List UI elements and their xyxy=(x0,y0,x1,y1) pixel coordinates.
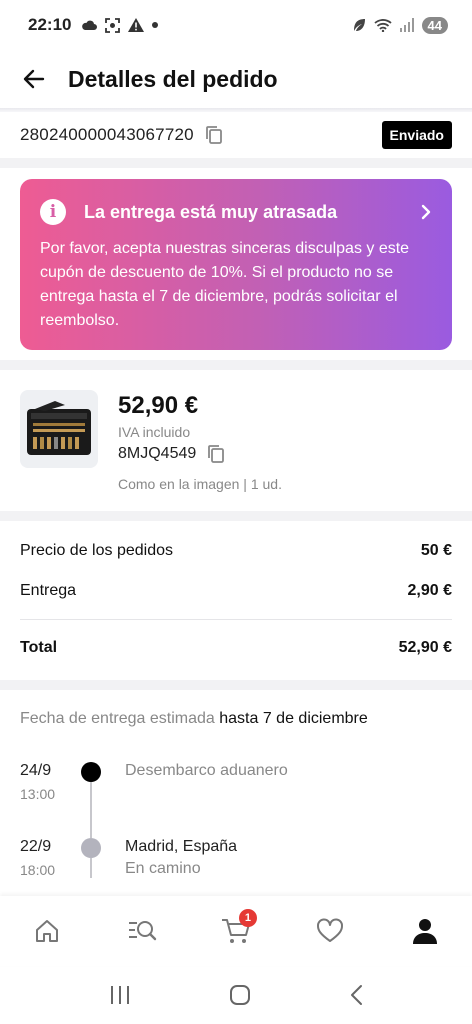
nav-home[interactable] xyxy=(22,906,72,956)
signal-icon xyxy=(399,18,414,32)
total-value: 52,90 € xyxy=(398,639,452,656)
home-icon xyxy=(36,920,59,942)
product-card[interactable]: 52,90 € IVA incluido 8MJQ4549 Como en la… xyxy=(0,370,472,510)
estimate-label: Fecha de entrega estimada xyxy=(20,710,215,727)
heart-icon xyxy=(317,918,344,942)
home-button-icon[interactable] xyxy=(229,984,251,1006)
total-label: Total xyxy=(20,639,58,656)
section-gap xyxy=(0,511,472,521)
estimate-value: hasta 7 de diciembre xyxy=(219,710,368,727)
total-row: Total 52,90 € xyxy=(20,628,452,668)
product-sku: 8MJQ4549 xyxy=(118,445,197,462)
system-navigation xyxy=(0,966,472,1024)
event-date: 22/9 xyxy=(20,838,52,855)
account-icon xyxy=(412,919,437,944)
product-variant: Como en la imagen | 1 ud. xyxy=(118,476,282,492)
app-header: Detalles del pedido xyxy=(0,50,472,108)
nav-account[interactable] xyxy=(400,906,450,956)
summary-label: Entrega xyxy=(20,582,77,599)
status-badge: Enviado xyxy=(381,121,452,149)
copy-icon[interactable] xyxy=(204,125,224,145)
back-arrow-icon[interactable] xyxy=(22,67,46,91)
summary-label: Precio de los pedidos xyxy=(20,542,173,559)
dot-icon xyxy=(152,22,159,28)
timeline-dot xyxy=(81,838,101,858)
summary-row: Entrega 2,90 € xyxy=(20,571,452,611)
event-location: Desembarco aduanero xyxy=(125,762,288,779)
summary-row: Precio de los pedidos 50 € xyxy=(20,531,452,571)
tracking-timeline[interactable]: 24/9 13:00 Desembarco aduanero 22/9 18:0… xyxy=(20,762,452,914)
delivery-estimate: Fecha de entrega estimada hasta 7 de dic… xyxy=(20,710,452,728)
cart-count-badge: 1 xyxy=(238,909,257,927)
cloud-icon xyxy=(82,20,98,30)
summary-value: 2,90 € xyxy=(407,582,452,599)
wifi-icon xyxy=(373,19,392,32)
product-image[interactable] xyxy=(20,390,98,468)
order-number: 280240000043067720 xyxy=(20,125,194,144)
leaf-icon xyxy=(353,19,365,31)
vat-label: IVA incluido xyxy=(118,424,191,440)
recent-apps-icon[interactable] xyxy=(108,985,132,1005)
product-price: 52,90 € xyxy=(118,392,199,419)
battery-indicator: 44 xyxy=(421,16,448,34)
delay-body: Por favor, acepta nuestras sinceras disc… xyxy=(40,240,410,329)
event-status: En camino xyxy=(125,860,201,877)
event-time: 13:00 xyxy=(20,786,56,802)
status-bar: 22:10 44 xyxy=(0,0,472,50)
summary-value: 50 € xyxy=(420,542,452,559)
delay-notice-card[interactable]: i La entrega está muy atrasada Por favor… xyxy=(20,179,452,350)
page-title: Detalles del pedido xyxy=(68,65,278,92)
copy-sku-icon[interactable] xyxy=(206,444,226,464)
info-icon: i xyxy=(40,199,66,225)
delay-title: La entrega está muy atrasada xyxy=(84,201,338,222)
chevron-right-icon[interactable] xyxy=(420,204,432,220)
timeline-dot xyxy=(81,762,101,782)
event-date: 24/9 xyxy=(20,762,52,779)
delivery-tracking: Fecha de entrega estimada hasta 7 de dic… xyxy=(0,690,472,914)
nav-cart[interactable]: 1 xyxy=(211,906,261,956)
nav-wishlist[interactable] xyxy=(305,906,355,956)
system-back-icon[interactable] xyxy=(348,984,364,1006)
order-number-row: 280240000043067720 Enviado xyxy=(0,112,472,158)
section-gap xyxy=(0,680,472,690)
status-time: 22:10 xyxy=(28,15,72,34)
price-summary: Precio de los pedidos 50 € Entrega 2,90 … xyxy=(0,521,472,668)
timeline-event: 24/9 13:00 Desembarco aduanero xyxy=(20,762,452,838)
event-time: 18:00 xyxy=(20,862,56,878)
nav-search[interactable] xyxy=(117,906,167,956)
screenshot-icon xyxy=(105,17,121,33)
warning-icon xyxy=(128,18,145,32)
summary-divider xyxy=(20,619,452,620)
bottom-navigation: 1 xyxy=(0,896,472,966)
section-gap xyxy=(0,158,472,168)
event-location: Madrid, España xyxy=(125,838,238,855)
section-gap xyxy=(0,360,472,370)
search-list-icon xyxy=(128,921,156,941)
